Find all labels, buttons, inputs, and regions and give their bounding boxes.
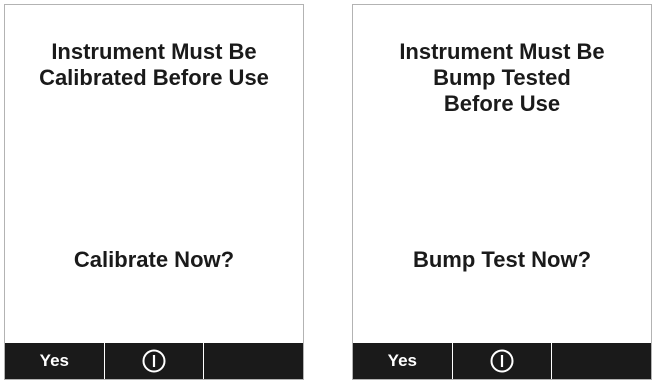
yes-softkey[interactable]: Yes: [5, 343, 105, 379]
yes-softkey[interactable]: Yes: [353, 343, 453, 379]
bump-test-prompt-screen: Instrument Must Be Bump Tested Before Us…: [352, 4, 652, 380]
power-icon: [142, 349, 166, 373]
calibrate-now-question: Calibrate Now?: [73, 247, 235, 272]
calibration-required-message: Instrument Must Be Calibrated Before Use: [5, 39, 303, 91]
message-line: Before Use: [443, 91, 561, 116]
right-softkey[interactable]: [204, 343, 303, 379]
softkey-bar: Yes: [5, 343, 303, 379]
power-softkey[interactable]: [105, 343, 205, 379]
message-line: Instrument Must Be: [51, 39, 257, 64]
yes-softkey-label: Yes: [39, 351, 69, 370]
power-icon: [490, 349, 514, 373]
power-softkey[interactable]: [453, 343, 553, 379]
message-line: Instrument Must Be: [399, 39, 605, 64]
calibration-prompt-screen: Instrument Must Be Calibrated Before Use…: [4, 4, 304, 380]
yes-softkey-label: Yes: [387, 351, 417, 370]
softkey-bar: Yes: [353, 343, 651, 379]
message-line: Bump Tested: [433, 65, 571, 90]
bump-test-required-message: Instrument Must Be Bump Tested Before Us…: [353, 39, 651, 117]
message-line: Calibrated Before Use: [39, 65, 269, 90]
bump-test-now-question: Bump Test Now?: [412, 247, 592, 272]
right-softkey[interactable]: [552, 343, 651, 379]
